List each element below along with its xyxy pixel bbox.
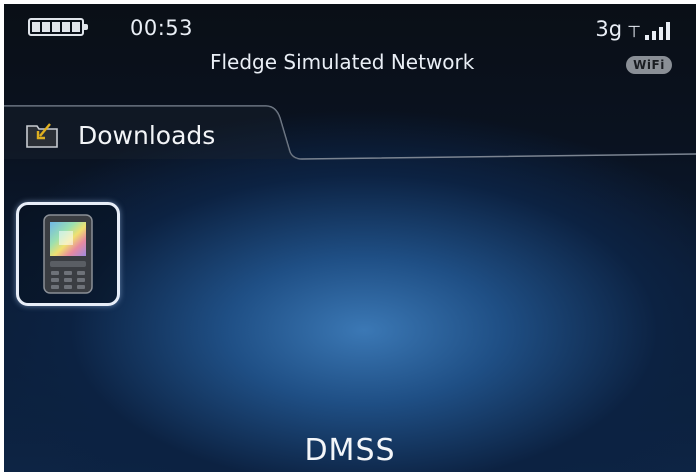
folder-tab-downloads[interactable]: Downloads (18, 114, 215, 156)
status-bar: 00:53 Fledge Simulated Network 3g ⊤ WiFi (4, 4, 696, 82)
screen-frame-right (696, 0, 700, 472)
home-screen: 00:53 Fledge Simulated Network 3g ⊤ WiFi (0, 0, 700, 472)
network-name: Fledge Simulated Network (210, 50, 475, 74)
folder-title: Downloads (78, 120, 216, 150)
wifi-icon: WiFi (626, 56, 672, 74)
selected-app-label: DMSS (304, 433, 396, 468)
network-type-label: 3g (595, 17, 623, 41)
signal-strength-icon: 3g ⊤ (595, 16, 670, 40)
folder-header: Downloads (4, 104, 696, 164)
antenna-icon: ⊤ (627, 22, 641, 41)
clock: 00:53 (130, 16, 194, 40)
battery-full-icon (28, 18, 88, 36)
phone-app-icon (43, 214, 93, 294)
app-tile-dmss[interactable] (16, 202, 120, 306)
folder-download-icon (26, 122, 58, 148)
